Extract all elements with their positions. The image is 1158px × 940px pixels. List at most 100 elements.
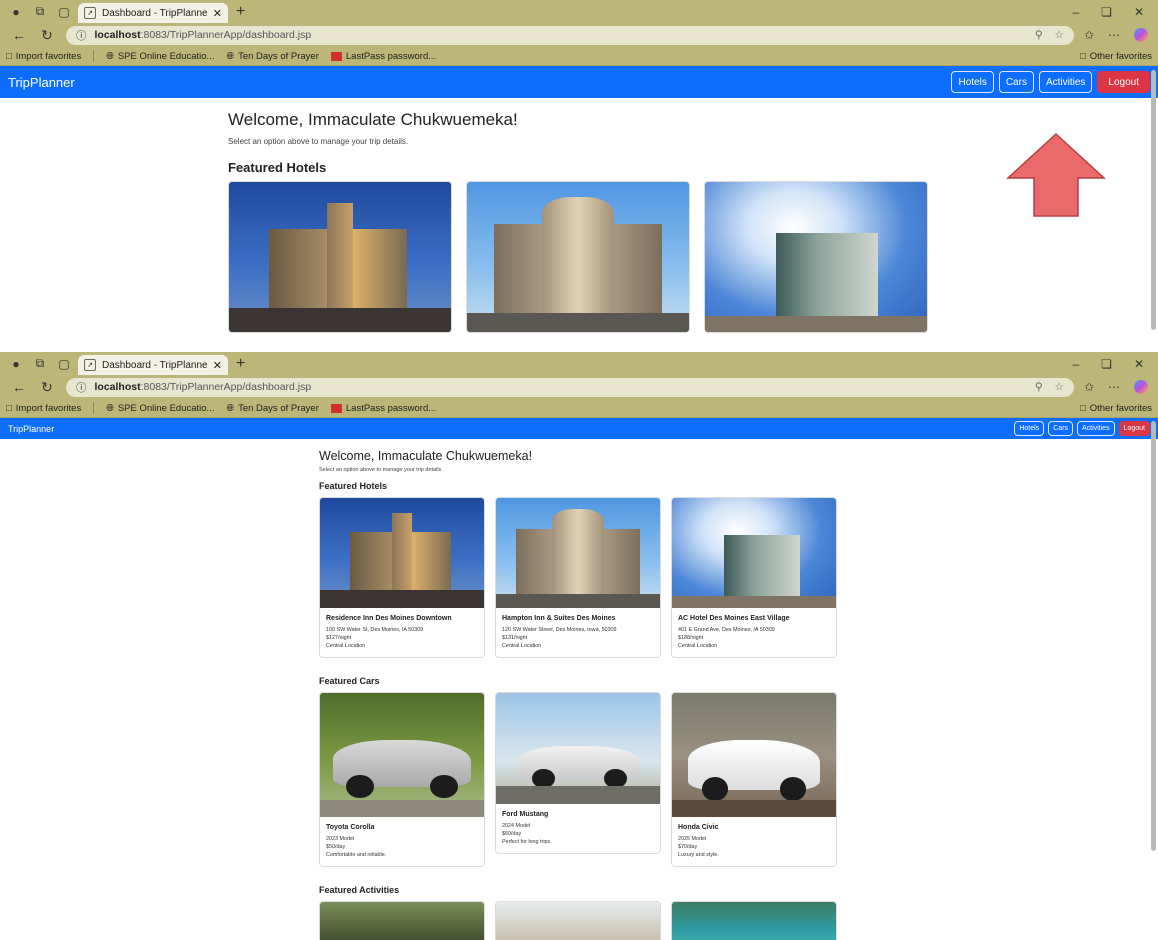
folder-import-icon: □ [6, 50, 12, 62]
welcome-heading: Welcome, Immaculate Chukwuemeka! [319, 449, 533, 463]
favorite-import[interactable]: □ Import favorites [6, 51, 81, 62]
hotel-image [496, 498, 660, 608]
logout-button[interactable]: Logout [1097, 71, 1150, 93]
lastpass-icon [330, 403, 342, 413]
browser-tab[interactable]: ↗ Dashboard - TripPlanner ✕ [78, 3, 228, 23]
site-info-icon[interactable]: ⓘ [76, 380, 87, 395]
zoom-icon[interactable]: ⚲ [1035, 381, 1043, 393]
refresh-icon[interactable]: ↻ [38, 379, 56, 396]
car-image [320, 693, 484, 817]
browser-chrome: ● ⧉ ▢ ↗ Dashboard - TripPlanner ✕ + – ❏ … [0, 352, 1158, 418]
cars-button[interactable]: Cars [1048, 421, 1073, 436]
brand-link[interactable]: TripPlanner [8, 75, 75, 90]
page-content: Welcome, Immaculate Chukwuemeka! Select … [0, 98, 1158, 350]
hotel-card[interactable]: Residence Inn Des Moines Downtown 100 SW… [319, 497, 485, 658]
favorite-spe[interactable]: 🌐︎ SPE Online Educatio... [106, 51, 214, 62]
activity-card[interactable] [495, 901, 661, 940]
favorite-import[interactable]: □ Import favorites [6, 403, 81, 414]
address-bar[interactable]: ⓘ localhost:8083/TripPlannerApp/dashboar… [66, 377, 1074, 397]
car-price: $70/day [678, 844, 698, 850]
welcome-heading: Welcome, Immaculate Chukwuemeka! [228, 110, 518, 129]
browser-tab[interactable]: ↗ Dashboard - TripPlanner ✕ [78, 355, 228, 375]
other-favorites[interactable]: □ Other favorites [1080, 403, 1152, 414]
restore-icon[interactable]: ❏ [1101, 5, 1112, 19]
car-description: Perfect for long trips. [502, 839, 552, 845]
hotels-button[interactable]: Hotels [1014, 421, 1045, 436]
lastpass-icon [330, 51, 342, 61]
hotel-image [672, 498, 836, 608]
close-window-icon[interactable]: ✕ [1134, 357, 1144, 371]
logout-button[interactable]: Logout [1118, 421, 1150, 436]
activity-card[interactable] [671, 901, 837, 940]
hotel-name: AC Hotel Des Moines East Village [678, 615, 790, 622]
minimize-icon[interactable]: – [1072, 5, 1079, 19]
more-menu-icon[interactable]: ⋯ [1108, 28, 1120, 42]
new-tab-icon[interactable]: + [236, 355, 245, 373]
app-navbar: TripPlanner Hotels Cars Activities Logou… [0, 418, 1158, 851]
favorite-prayer[interactable]: 🌐︎ Ten Days of Prayer [226, 403, 318, 414]
other-favorites[interactable]: □ Other favorites [1080, 51, 1152, 62]
favorite-spe[interactable]: 🌐︎ SPE Online Educatio... [106, 403, 214, 414]
featured-cars-heading: Featured Cars [319, 676, 380, 686]
address-bar[interactable]: ⓘ localhost:8083/TripPlannerApp/dashboar… [66, 25, 1074, 45]
url-host: localhost [94, 381, 141, 393]
favorite-star-icon[interactable]: ☆ [1055, 29, 1064, 41]
close-window-icon[interactable]: ✕ [1134, 5, 1144, 19]
new-tab-icon[interactable]: + [236, 3, 245, 21]
tab-actions-icon[interactable]: ▢ [54, 355, 74, 373]
url-host: localhost [94, 29, 141, 41]
workspaces-icon[interactable]: ⧉ [30, 355, 50, 373]
hotel-card[interactable] [228, 181, 452, 333]
activity-card[interactable] [319, 901, 485, 940]
refresh-icon[interactable]: ↻ [38, 27, 56, 44]
car-model: 2024 Model [502, 823, 531, 829]
hotel-card[interactable]: Hampton Inn & Suites Des Moines 120 SW W… [495, 497, 661, 658]
car-name: Honda Civic [678, 824, 719, 831]
hotel-card[interactable] [704, 181, 928, 333]
back-icon[interactable]: ← [10, 27, 28, 43]
activities-button[interactable]: Activities [1038, 71, 1093, 93]
folder-icon: □ [1079, 50, 1086, 62]
site-info-icon[interactable]: ⓘ [76, 28, 87, 43]
car-name: Toyota Corolla [326, 824, 375, 831]
profile-icon[interactable]: ● [6, 355, 26, 373]
hotels-button[interactable]: Hotels [951, 71, 994, 93]
brand-link[interactable]: TripPlanner [8, 424, 54, 434]
copilot-icon[interactable] [1134, 380, 1148, 394]
more-menu-icon[interactable]: ⋯ [1108, 380, 1120, 394]
workspaces-icon[interactable]: ⧉ [30, 3, 50, 21]
favorite-lastpass[interactable]: LastPass password... [330, 403, 436, 414]
activities-button[interactable]: Activities [1076, 421, 1115, 436]
copilot-icon[interactable] [1134, 28, 1148, 42]
back-icon[interactable]: ← [10, 379, 28, 395]
hotel-price: $127/night [326, 635, 352, 641]
close-tab-icon[interactable]: ✕ [213, 7, 222, 20]
favorite-star-icon[interactable]: ☆ [1055, 381, 1064, 393]
full-screenshot-panel: ● ⧉ ▢ ↗ Dashboard - TripPlanner ✕ + – ❏ … [0, 352, 1158, 940]
close-tab-icon[interactable]: ✕ [213, 359, 222, 372]
car-card[interactable]: Ford Mustang 2024 Model $60/day Perfect … [495, 692, 661, 854]
car-card[interactable]: Toyota Corolla 2023 Model $50/day Comfor… [319, 692, 485, 867]
hotel-card[interactable]: AC Hotel Des Moines East Village 401 E G… [671, 497, 837, 658]
welcome-subtitle: Select an option above to manage your tr… [228, 137, 409, 146]
hotel-card[interactable] [466, 181, 690, 333]
globe-icon: 🌐︎ [106, 50, 114, 62]
favorites-icon[interactable]: ✩ [1084, 380, 1094, 394]
favorites-icon[interactable]: ✩ [1084, 28, 1094, 42]
tab-favicon-icon: ↗ [84, 359, 96, 371]
favorite-prayer[interactable]: 🌐︎ Ten Days of Prayer [226, 51, 318, 62]
cars-button[interactable]: Cars [998, 71, 1034, 93]
browser-chrome: ● ⧉ ▢ ↗ Dashboard - TripPlanner ✕ + – ❏ … [0, 0, 1158, 66]
hotel-image [320, 498, 484, 608]
car-description: Comfortable and reliable. [326, 852, 387, 858]
hotel-price: $131/night [502, 635, 528, 641]
car-card[interactable]: Honda Civic 2025 Model $70/day Luxury an… [671, 692, 837, 867]
restore-icon[interactable]: ❏ [1101, 357, 1112, 371]
car-price: $60/day [502, 831, 522, 837]
zoom-icon[interactable]: ⚲ [1035, 29, 1043, 41]
favorite-lastpass[interactable]: LastPass password... [330, 51, 436, 62]
minimize-icon[interactable]: – [1072, 357, 1079, 371]
hotel-image [705, 182, 927, 332]
tab-actions-icon[interactable]: ▢ [54, 3, 74, 21]
profile-icon[interactable]: ● [6, 3, 26, 21]
